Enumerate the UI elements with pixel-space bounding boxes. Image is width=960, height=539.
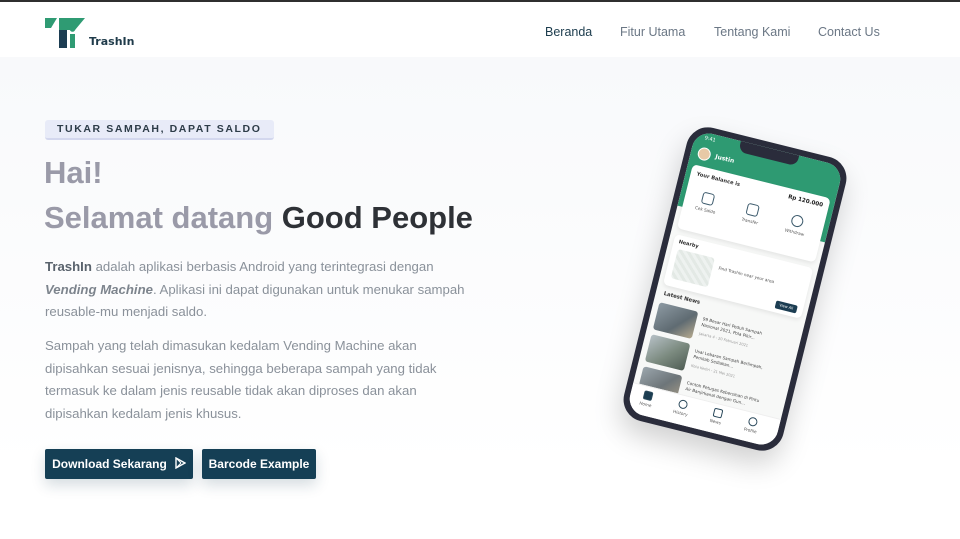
- welcome-prefix: Selamat datang: [44, 200, 282, 235]
- para-text-a: adalah aplikasi berbasis Android yang te…: [91, 259, 434, 274]
- bottom-nav-label: History: [672, 408, 689, 418]
- balance-label: Your Balance is: [695, 171, 741, 189]
- nav-item-tentang-kami[interactable]: Tentang Kami: [714, 25, 790, 39]
- hero-paragraph-1: TrashIn adalah aplikasi berbasis Android…: [45, 256, 475, 324]
- action-withdraw: Withdraw: [775, 211, 817, 240]
- news-thumbnail: [652, 302, 699, 339]
- avatar: [696, 146, 713, 162]
- hero-welcome: Selamat datang Good People: [44, 200, 473, 236]
- hero-greeting: Hai!: [44, 155, 103, 190]
- para-brand: TrashIn: [45, 259, 92, 274]
- download-button-label: Download Sekarang: [52, 457, 167, 471]
- profile-icon: [746, 416, 758, 428]
- play-store-icon: [175, 456, 187, 472]
- bottom-nav-label: Home: [638, 400, 653, 409]
- action-label: Transfer: [741, 216, 759, 226]
- barcode-example-button[interactable]: Barcode Example: [202, 449, 316, 479]
- status-time: 9:41: [703, 135, 717, 144]
- main-nav: Beranda Fitur Utama Tentang Kami Contact…: [0, 25, 960, 45]
- transfer-icon: [745, 202, 760, 218]
- action-label: Cek Saldo: [694, 205, 716, 215]
- bottom-nav-profile: Profile: [735, 414, 768, 437]
- nearby-title: Nearby: [677, 239, 700, 250]
- withdraw-icon: [790, 213, 805, 229]
- news-thumbnail: [644, 334, 691, 372]
- phone-screen: 9:41 Justin Your Balance is Rp 120.000 C…: [626, 129, 844, 449]
- phone-frame: 9:41 Justin Your Balance is Rp 120.000 C…: [618, 122, 852, 456]
- action-cek-saldo: Cek Saldo: [686, 188, 728, 217]
- para-emph: Vending Machine: [45, 281, 153, 297]
- action-label: Withdraw: [784, 227, 805, 238]
- history-icon: [677, 398, 689, 410]
- bottom-nav-label: Profile: [743, 426, 758, 435]
- hero-badge: TUKAR SAMPAH, DAPAT SALDO: [45, 120, 274, 140]
- action-transfer: Transfer: [731, 200, 773, 229]
- bottom-nav-news: News: [700, 405, 733, 428]
- scan-icon: [700, 191, 716, 207]
- bottom-nav-home: Home: [630, 388, 663, 411]
- welcome-strong: Good People: [281, 200, 473, 235]
- nearby-text: Find TrashIn near your area: [718, 265, 775, 285]
- bottom-nav-label: News: [709, 417, 722, 426]
- phone-mockup: 9:41 Justin Your Balance is Rp 120.000 C…: [618, 122, 855, 462]
- nav-item-contact-us[interactable]: Contact Us: [818, 25, 880, 39]
- news-icon: [712, 407, 723, 419]
- home-icon: [642, 390, 654, 401]
- nav-item-fitur-utama[interactable]: Fitur Utama: [620, 25, 685, 39]
- hero-paragraph-2: Sampah yang telah dimasukan kedalam Vend…: [45, 338, 437, 421]
- app-username: Justin: [714, 153, 735, 165]
- download-button[interactable]: Download Sekarang: [45, 449, 193, 479]
- map-thumbnail: [670, 249, 715, 288]
- view-all-button: View All: [774, 300, 798, 314]
- balance-value: Rp 120.000: [787, 194, 824, 209]
- bottom-nav-history: History: [665, 396, 698, 419]
- nav-item-beranda[interactable]: Beranda: [545, 25, 592, 39]
